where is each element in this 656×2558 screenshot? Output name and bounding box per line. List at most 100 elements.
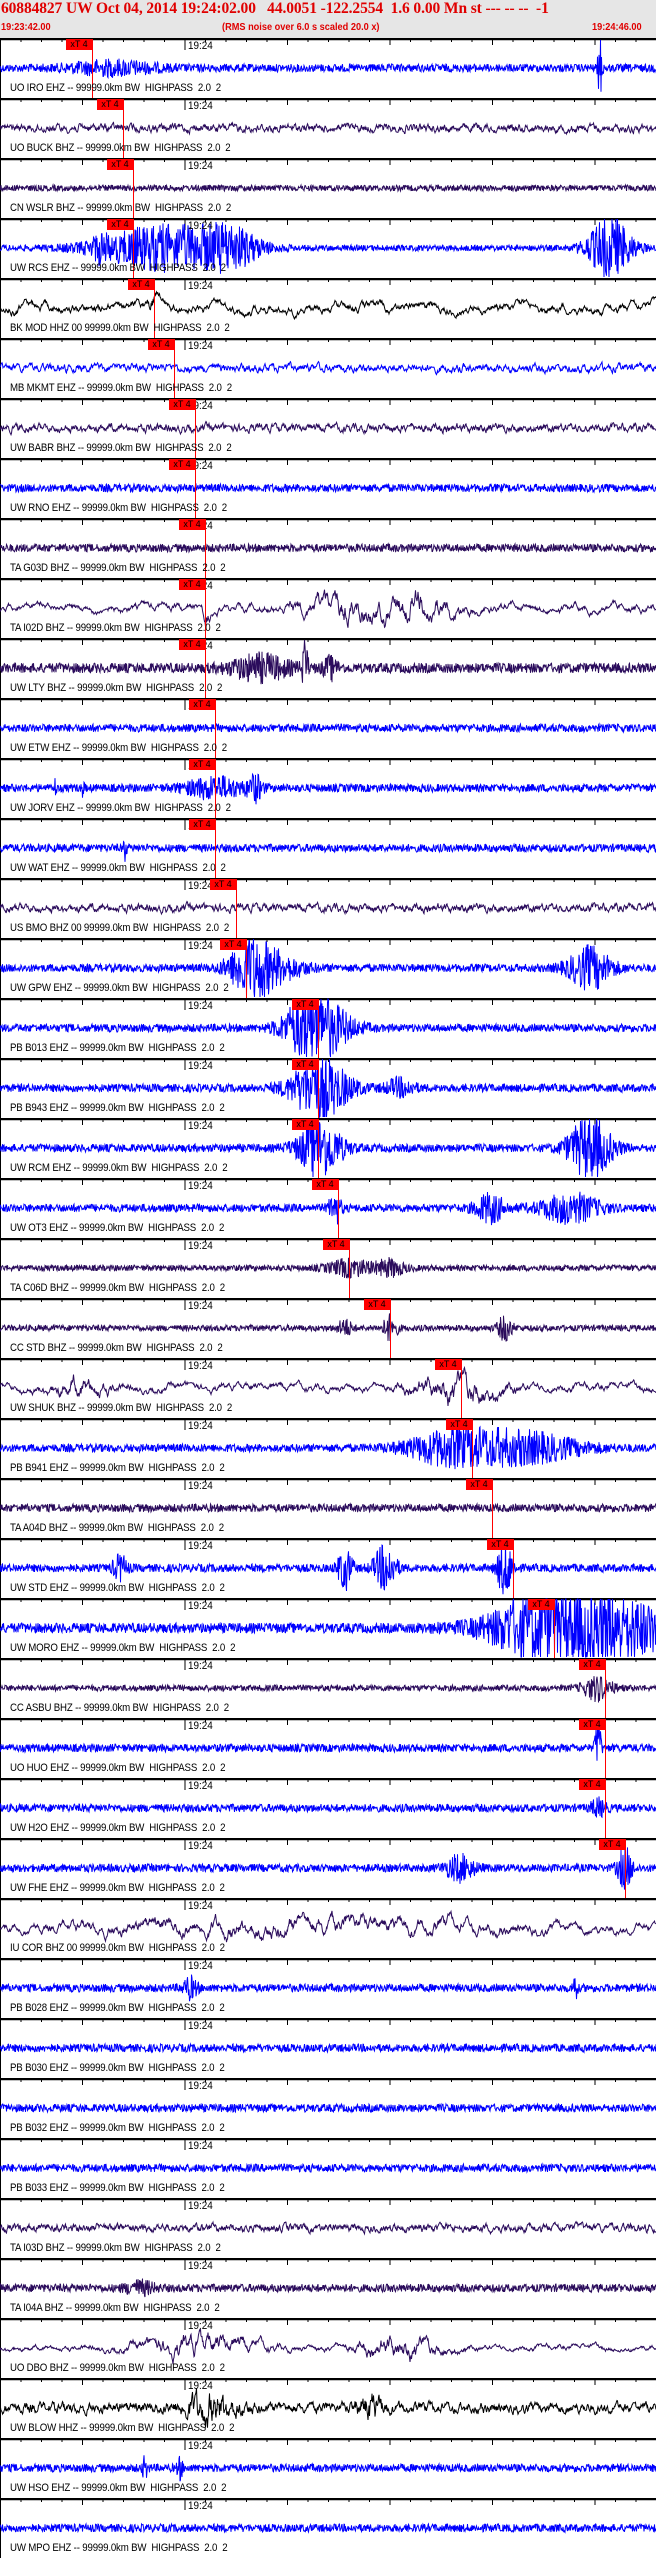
station-label: UW OT3 EHZ -- 99999.0km BW HIGHPASS 2.0 …	[10, 1222, 225, 1234]
pick-line[interactable]	[605, 1659, 606, 1718]
station-label: UW SHUK BHZ -- 99999.0km BW HIGHPASS 2.0…	[10, 1402, 233, 1414]
pick-marker[interactable]: xT 4	[487, 1539, 513, 1550]
pick-marker[interactable]: xT 4	[466, 1479, 492, 1490]
pick-marker[interactable]: xT 4	[579, 1719, 605, 1730]
pick-marker[interactable]: xT 4	[210, 879, 236, 890]
pick-line[interactable]	[605, 1719, 606, 1778]
station-label: UO IRO EHZ -- 99999.0km BW HIGHPASS 2.0 …	[10, 82, 222, 94]
station-panel: 19:24 xT 4 CC ASBU BHZ -- 99999.0km BW HIG…	[0, 1658, 656, 1718]
station-panel: 19:24 xT 4 UW FHE EHZ -- 99999.0km BW HIGH…	[0, 1838, 656, 1898]
pick-marker[interactable]: xT 4	[292, 999, 318, 1010]
station-panel: 19:24 xT 4 UW STD EHZ -- 99999.0km BW HIGH…	[0, 1538, 656, 1598]
time-tick-label: 19:24	[188, 1600, 213, 1612]
pick-line[interactable]	[246, 939, 247, 998]
pick-marker[interactable]: xT 4	[364, 1299, 390, 1310]
pick-marker[interactable]: xT 4	[579, 1779, 605, 1790]
time-tick-label: 19:24	[188, 280, 213, 292]
pick-marker[interactable]: xT 4	[128, 279, 154, 290]
pick-line[interactable]	[461, 1359, 462, 1418]
pick-line[interactable]	[349, 1239, 350, 1298]
pick-line[interactable]	[236, 879, 237, 938]
seismogram-trace	[0, 900, 656, 916]
station-panel: 19:24 xT 4 UW RCM EHZ -- 99999.0km BW HIGH…	[0, 1118, 656, 1178]
station-panel: 19:24 UW MPO EHZ -- 99999.0km BW HIGHPASS…	[0, 2498, 656, 2558]
pick-marker[interactable]: xT 4	[292, 1119, 318, 1130]
pick-marker[interactable]: xT 4	[579, 1659, 605, 1670]
pick-marker[interactable]: xT 4	[179, 519, 205, 530]
time-tick-label: 19:24	[188, 1060, 213, 1072]
pick-marker[interactable]: xT 4	[323, 1239, 349, 1250]
pick-line[interactable]	[625, 1839, 626, 1898]
time-tick-label: 19:24	[188, 2140, 213, 2152]
pick-marker[interactable]: xT 4	[66, 39, 92, 50]
pick-line[interactable]	[492, 1479, 493, 1538]
pick-marker[interactable]: xT 4	[312, 1179, 338, 1190]
pick-marker[interactable]: xT 4	[220, 939, 246, 950]
pick-marker[interactable]: xT 4	[97, 99, 123, 110]
pick-marker[interactable]: xT 4	[179, 639, 205, 650]
station-label: TA I03D BHZ -- 99999.0km BW HIGHPASS 2.0…	[10, 2242, 221, 2254]
station-panel: 19:24 xT 4 UW OT3 EHZ -- 99999.0km BW HIGH…	[0, 1178, 656, 1238]
time-tick-label: 19:24	[188, 940, 213, 952]
seismogram-trace	[0, 1974, 656, 2002]
pick-marker[interactable]: xT 4	[169, 399, 195, 410]
pick-marker[interactable]: xT 4	[148, 339, 174, 350]
station-panel: 19:24 PB B032 EHZ -- 99999.0km BW HIGHPAS…	[0, 2078, 656, 2138]
time-tick-label: 19:24	[188, 340, 213, 352]
station-label: UW FHE EHZ -- 99999.0km BW HIGHPASS 2.0 …	[10, 1882, 225, 1894]
station-label: UW GPW EHZ -- 99999.0km BW HIGHPASS 2.0 …	[10, 982, 229, 994]
station-label: TA A04D BHZ -- 99999.0km BW HIGHPASS 2.0…	[10, 1522, 224, 1534]
station-panel: 19:24 PB B028 EHZ -- 99999.0km BW HIGHPAS…	[0, 1958, 656, 2018]
station-label: PB B943 EHZ -- 99999.0km BW HIGHPASS 2.0…	[10, 1102, 225, 1114]
pick-line[interactable]	[318, 1059, 319, 1118]
station-label: PB B032 EHZ -- 99999.0km BW HIGHPASS 2.0…	[10, 2122, 225, 2134]
pick-marker[interactable]: xT 4	[599, 1839, 625, 1850]
pick-marker[interactable]: xT 4	[169, 459, 195, 470]
seismogram-trace	[0, 2162, 656, 2174]
station-label: PB B013 EHZ -- 99999.0km BW HIGHPASS 2.0…	[10, 1042, 225, 1054]
time-tick-label: 19:24	[188, 1840, 213, 1852]
station-label: UW RNO EHZ -- 99999.0km BW HIGHPASS 2.0 …	[10, 502, 227, 514]
station-panel: 19:24 xT 4 TA A04D BHZ -- 99999.0km BW HIG…	[0, 1478, 656, 1538]
station-label: UW BABR BHZ -- 99999.0km BW HIGHPASS 2.0…	[10, 442, 232, 454]
pick-line[interactable]	[554, 1599, 555, 1658]
station-panel: 19:24 xT 4 UO HUO EHZ -- 99999.0km BW HIGH…	[0, 1718, 656, 1778]
pick-marker[interactable]: xT 4	[446, 1419, 472, 1430]
seismogram-trace	[0, 2455, 656, 2482]
station-panel: 19:24 PB B033 EHZ -- 99999.0km BW HIGHPAS…	[0, 2138, 656, 2198]
pick-marker[interactable]: xT 4	[107, 219, 133, 230]
station-panel: 19:24 xT 4 UW RCS EHZ -- 99999.0km BW HIGH…	[0, 218, 656, 278]
station-label: UO HUO EHZ -- 99999.0km BW HIGHPASS 2.0 …	[10, 1762, 226, 1774]
pick-marker[interactable]: xT 4	[528, 1599, 554, 1610]
seismogram-trace	[0, 482, 656, 494]
station-label: UW JORV EHZ -- 99999.0km BW HIGHPASS 2.0…	[10, 802, 231, 814]
station-label: US BMO BHZ 00 99999.0km BW HIGHPASS 2.0 …	[10, 922, 230, 934]
station-panel: 19:24xT 4UW JORV EHZ -- 99999.0km BW HIG…	[0, 758, 656, 818]
time-tick-label: 19:24	[188, 160, 213, 172]
pick-line[interactable]	[390, 1299, 391, 1358]
station-panel: 19:24 xT 4 PB B943 EHZ -- 99999.0km BW HIG…	[0, 1058, 656, 1118]
pick-marker[interactable]: xT 4	[189, 699, 215, 710]
pick-marker[interactable]: xT 4	[189, 759, 215, 770]
station-panel: 19:24 UO DBO BHZ -- 99999.0km BW HIGHPASS…	[0, 2318, 656, 2378]
seismogram-trace	[0, 360, 656, 376]
pick-line[interactable]	[605, 1779, 606, 1838]
pick-marker[interactable]: xT 4	[189, 819, 215, 830]
pick-line[interactable]	[318, 1119, 319, 1178]
station-panel: 19:24 xT 4 UW MORO EHZ -- 99999.0km BW HIG…	[0, 1598, 656, 1658]
station-panel: 19:24xT 4UW ETW EHZ -- 99999.0km BW HIGH…	[0, 698, 656, 758]
pick-line[interactable]	[472, 1419, 473, 1478]
pick-line[interactable]	[513, 1539, 514, 1598]
time-tick-label: 19:24	[188, 100, 213, 112]
station-label: TA I02D BHZ -- 99999.0km BW HIGHPASS 2.0…	[10, 622, 221, 634]
pick-marker[interactable]: xT 4	[107, 159, 133, 170]
pick-line[interactable]	[338, 1179, 339, 1238]
station-panel: 19:24 xT 4 UW SHUK BHZ -- 99999.0km BW HIG…	[0, 1358, 656, 1418]
pick-line[interactable]	[318, 999, 319, 1058]
station-panel: 19:24 PB B030 EHZ -- 99999.0km BW HIGHPAS…	[0, 2018, 656, 2078]
pick-marker[interactable]: xT 4	[435, 1359, 461, 1370]
end-time: 19:24:46.00	[592, 22, 642, 33]
time-tick-label: 19:24	[188, 1480, 213, 1492]
pick-marker[interactable]: xT 4	[292, 1059, 318, 1070]
pick-marker[interactable]: xT 4	[179, 579, 205, 590]
